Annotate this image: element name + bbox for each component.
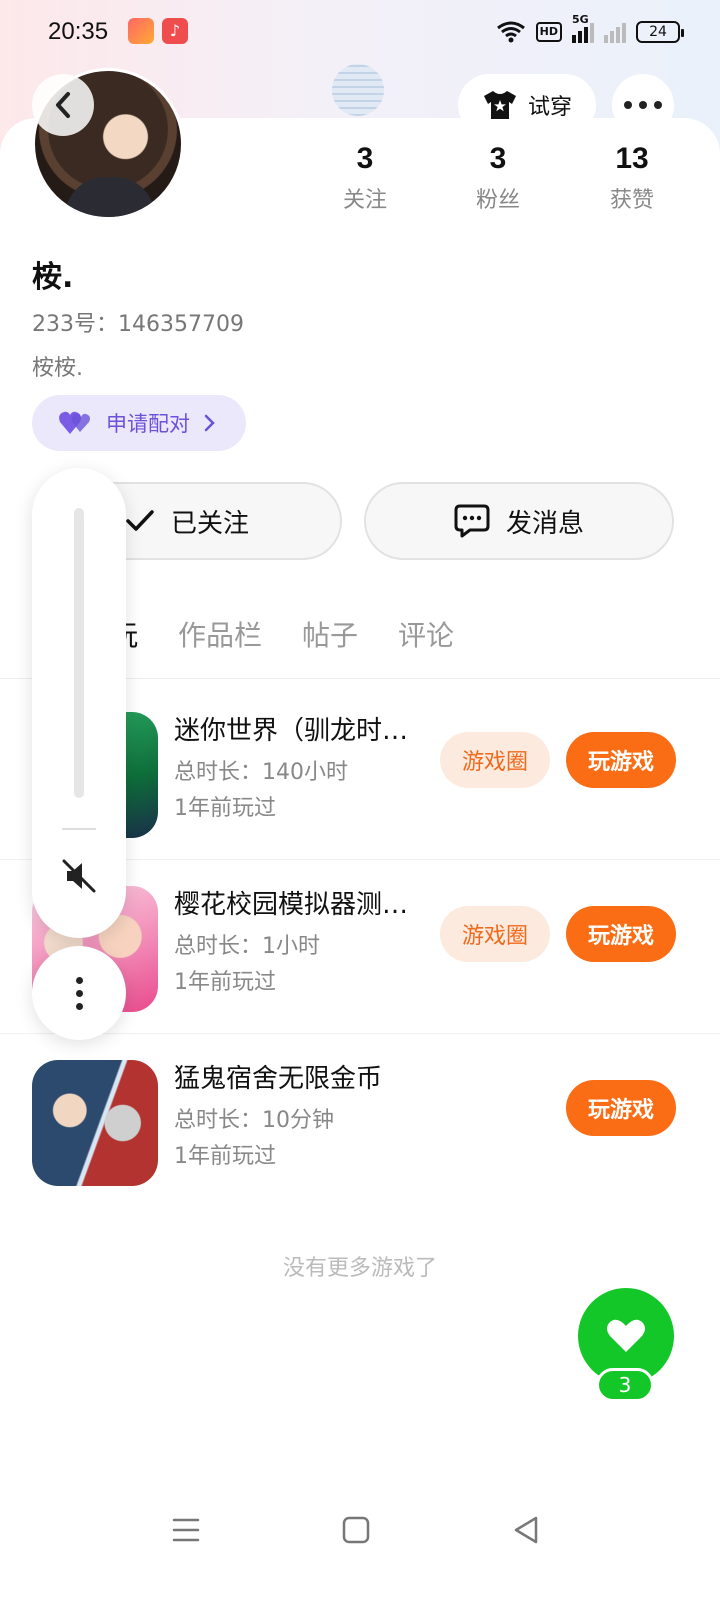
dot — [75, 989, 83, 997]
menu-icon[interactable] — [166, 1510, 206, 1550]
heart-icon — [607, 1319, 645, 1352]
stat-likes[interactable]: 13 获赞 — [587, 142, 677, 214]
volume-slider[interactable] — [74, 508, 84, 798]
game-duration: 总时长：1小时 — [174, 934, 320, 959]
tab-posts[interactable]: 帖子 — [302, 614, 358, 654]
game-name: 猛鬼宿舍无限金币 — [174, 1064, 383, 1094]
system-nav-bar — [0, 1480, 720, 1600]
hd-icon: HD — [535, 22, 562, 42]
like-count-badge: 3 — [596, 1368, 654, 1402]
tab-comments[interactable]: 评论 — [398, 614, 454, 654]
home-icon[interactable] — [336, 1510, 376, 1550]
dot — [75, 1002, 83, 1010]
double-heart-icon — [59, 411, 90, 434]
game-last-played: 1年前玩过 — [174, 970, 276, 995]
status-time: 20:35 — [48, 18, 109, 45]
game-duration: 总时长：140小时 — [174, 760, 348, 785]
stat-following-label: 关注 — [342, 188, 387, 213]
back-button[interactable] — [32, 74, 94, 136]
music-app-icon: ♪ — [162, 18, 188, 44]
play-game-button[interactable]: 玩游戏 — [566, 732, 676, 788]
user-id: 233号：146357709 — [32, 312, 244, 337]
volume-panel[interactable] — [32, 468, 126, 938]
game-name: 樱花校园模拟器测… — [174, 890, 409, 920]
game-duration: 总时长：10分钟 — [174, 1108, 334, 1133]
tab-works[interactable]: 作品栏 — [178, 614, 262, 654]
game-last-played: 1年前玩过 — [174, 796, 276, 821]
battery-level: 24 — [649, 24, 667, 40]
game-icon-ghost-dorm[interactable] — [32, 1060, 158, 1186]
request-pair-label: 申请配对 — [106, 412, 190, 436]
status-icons: HD 5G 24 — [496, 13, 684, 48]
dot — [75, 976, 83, 984]
stat-likes-label: 获赞 — [609, 188, 654, 213]
game-circle-button[interactable]: 游戏圈 — [440, 906, 550, 962]
no-more-games-text: 没有更多游戏了 — [282, 1256, 437, 1281]
game-circle-button[interactable]: 游戏圈 — [440, 732, 550, 788]
status-bar: 20:35 ♪ HD 5G 24 — [0, 0, 720, 64]
volume-divider — [62, 828, 96, 830]
back-nav-icon[interactable] — [506, 1510, 546, 1550]
stat-likes-value: 13 — [615, 142, 649, 175]
send-message-button[interactable]: 发消息 — [364, 482, 674, 560]
chevron-left-icon — [56, 92, 70, 118]
nickname: 桉. — [32, 260, 74, 295]
chevron-right-icon — [204, 414, 215, 432]
send-message-label: 发消息 — [505, 508, 584, 539]
play-game-button[interactable]: 玩游戏 — [566, 1080, 676, 1136]
volume-more-button[interactable] — [32, 946, 126, 1040]
stat-followers-label: 粉丝 — [475, 188, 520, 213]
globe-icon — [332, 64, 384, 116]
game-row[interactable]: 猛鬼宿舍无限金币 总时长：10分钟 1年前玩过 玩游戏 — [0, 1034, 720, 1208]
game-last-played: 1年前玩过 — [174, 1144, 276, 1169]
more-options-button[interactable] — [612, 74, 674, 136]
game-name: 迷你世界（驯龙时… — [174, 716, 409, 746]
stat-following[interactable]: 3 关注 — [320, 142, 410, 214]
message-bubble-icon — [454, 504, 490, 538]
app-notification-icon — [128, 18, 154, 44]
more-dots-icon — [624, 101, 662, 109]
request-pair-button[interactable]: 申请配对 — [32, 395, 246, 451]
play-game-button[interactable]: 玩游戏 — [566, 906, 676, 962]
mute-icon[interactable] — [59, 856, 99, 896]
stat-following-value: 3 — [356, 142, 374, 175]
signal-2-icon — [604, 21, 626, 43]
profile-tabs: 玩 作品栏 帖子 评论 — [110, 614, 454, 654]
followed-label: 已关注 — [170, 508, 249, 539]
try-on-label: 试穿 — [527, 95, 572, 120]
shirt-icon — [483, 91, 516, 119]
bio: 桉桉. — [32, 356, 83, 381]
signal-5g-icon: 5G — [572, 13, 594, 43]
stat-followers-value: 3 — [489, 142, 507, 175]
battery-icon: 24 — [636, 21, 684, 43]
wifi-icon — [496, 21, 525, 43]
stat-followers[interactable]: 3 粉丝 — [453, 142, 543, 214]
try-on-button[interactable]: 试穿 — [458, 74, 596, 136]
check-icon — [126, 510, 154, 531]
